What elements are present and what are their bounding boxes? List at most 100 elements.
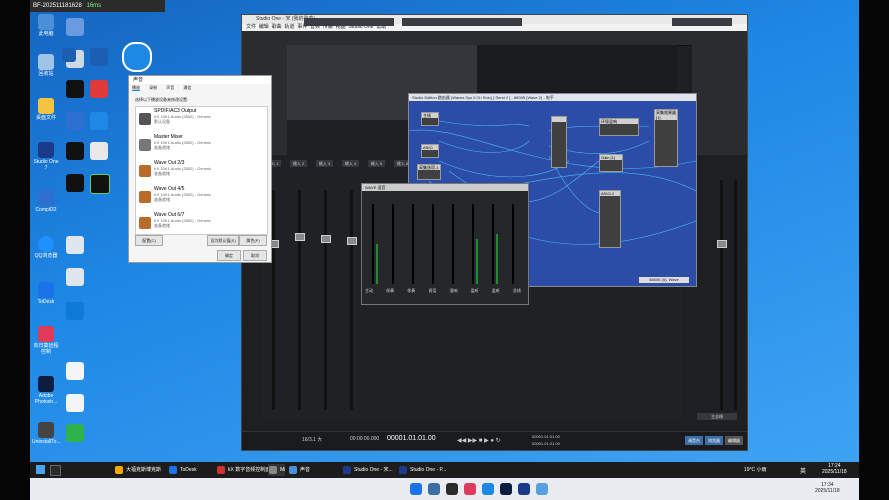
file-icon[interactable] <box>66 236 84 254</box>
desktop-icon-qq-browser[interactable]: QQ浏览器 <box>32 236 60 259</box>
desktop-icon-studio-one[interactable]: Studio One 7 <box>32 142 60 171</box>
editor-view-button[interactable]: 编辑器 <box>725 436 743 445</box>
wechat-icon[interactable] <box>66 424 84 442</box>
routing-node[interactable] <box>551 116 567 168</box>
nvidia-icon[interactable] <box>90 174 110 194</box>
routing-node[interactable]: ASIO-1 <box>599 190 621 248</box>
routing-node[interactable]: Gain [1] <box>599 154 623 172</box>
cancel-button[interactable]: 取消 <box>243 250 267 261</box>
routing-node[interactable]: 采集选项-1 <box>417 164 441 180</box>
tool-buttons[interactable] <box>304 18 394 26</box>
properties-button[interactable]: 属性(P) <box>239 235 267 246</box>
app-shortcut-icon[interactable] <box>90 112 108 130</box>
file-icon[interactable] <box>90 142 108 160</box>
desktop-icon-compil32[interactable]: Compil32 <box>32 190 60 213</box>
app-icon[interactable] <box>500 483 512 495</box>
taskbar-item[interactable]: Studio One - P... <box>398 464 446 476</box>
tab-communications[interactable]: 通信 <box>183 85 191 90</box>
mixer-view-button[interactable]: 调音台 <box>685 436 703 445</box>
menu-item[interactable]: 文件 <box>246 24 256 30</box>
fader-cap[interactable] <box>295 233 305 241</box>
tab-playback[interactable]: 播放 <box>132 85 140 91</box>
app-shortcut-icon[interactable] <box>66 18 84 36</box>
kugou-icon[interactable] <box>90 48 108 66</box>
floating-ball-icon[interactable] <box>122 42 152 72</box>
channel-fader[interactable] <box>350 190 353 410</box>
mixer-fader[interactable] <box>432 204 434 284</box>
file-icon[interactable] <box>66 268 84 286</box>
channel-fader[interactable] <box>324 190 327 410</box>
host-clock[interactable]: 17:34 2025/11/18 <box>815 482 840 494</box>
file-icon[interactable] <box>66 394 84 412</box>
routing-node[interactable]: 主线 <box>421 112 439 126</box>
mixer-fader[interactable] <box>452 204 454 284</box>
menu-item[interactable]: 歌曲 <box>272 24 282 30</box>
menu-item[interactable]: 编辑 <box>259 24 269 30</box>
remote-session-bar[interactable]: BF-202511181628 16ms <box>30 0 165 12</box>
tab-sounds[interactable]: 声音 <box>166 85 174 90</box>
file-icon[interactable] <box>66 362 84 380</box>
transport-buttons[interactable]: ◀◀ ▶▶ ■ ▶ ● ↻ <box>457 437 501 444</box>
mixer-fader[interactable] <box>472 204 474 284</box>
taskbar-item[interactable]: 大福克斯博克斯 <box>114 464 161 476</box>
desktop-icon-uninstall-tool[interactable]: UninstallTo... <box>32 422 61 445</box>
app-icon[interactable] <box>446 483 458 495</box>
tab-recording[interactable]: 录制 <box>149 85 157 90</box>
routing-node[interactable]: 采集效果器 [1] <box>654 109 678 167</box>
browser-view-button[interactable]: 浏览器 <box>705 436 723 445</box>
input-language[interactable]: 英 <box>800 466 806 475</box>
weather-widget[interactable]: 19°C 小雨 <box>744 466 767 473</box>
edge-icon[interactable] <box>66 302 84 320</box>
desktop-icon-recycle-bin[interactable]: 回收站 <box>32 54 60 77</box>
mixer-fader[interactable] <box>372 204 374 284</box>
fader-cap[interactable] <box>321 235 331 243</box>
taskview-icon[interactable] <box>50 465 61 476</box>
mixer-fader[interactable] <box>512 204 514 284</box>
set-default-button[interactable]: 设为默认值(S) <box>207 235 239 246</box>
desktop-icon-todesk[interactable]: ToDesk <box>32 282 60 305</box>
configure-button[interactable]: 配置(C) <box>135 235 163 246</box>
device-item[interactable]: Wave Out 6/7 KX 10K1 Audio (3552) - Gener… <box>136 213 267 237</box>
fader-cap[interactable] <box>717 240 727 248</box>
snap-controls[interactable] <box>402 18 522 26</box>
mixer-fader[interactable] <box>412 204 414 284</box>
app-shortcut-icon[interactable] <box>66 112 84 130</box>
app-icon[interactable] <box>482 483 494 495</box>
app-shortcut-icon[interactable] <box>66 142 84 160</box>
mixer-fader[interactable] <box>492 204 494 284</box>
mixer-fader[interactable] <box>392 204 394 284</box>
ok-button[interactable]: 确定 <box>217 250 241 261</box>
app-shortcut-icon[interactable] <box>66 174 84 192</box>
start-icon[interactable] <box>410 483 422 495</box>
routing-node[interactable]: 环境混响 <box>599 118 639 136</box>
desktop-icon-desktop-files[interactable]: 桌面文件 <box>32 98 60 121</box>
taskbar-item[interactable]: ToDesk <box>168 464 197 476</box>
channel-fader[interactable] <box>298 190 301 410</box>
taskbar-item[interactable]: Studio One - 宋... <box>342 464 393 476</box>
fader-cap[interactable] <box>347 237 357 245</box>
desktop-icon-sunlogin[interactable]: 向日葵远程控制 <box>32 326 60 355</box>
taskbar-item[interactable]: kX 数字音频控制面板 <box>216 464 275 476</box>
taskbar-clock[interactable]: 17:24 2025/11/18 <box>822 463 847 475</box>
routing-node[interactable]: ASIO <box>421 144 439 158</box>
view-controls[interactable] <box>672 18 732 26</box>
desktop-icon-this-pc[interactable]: 此电脑 <box>32 14 60 37</box>
app-icon[interactable] <box>428 483 440 495</box>
app-shortcut-icon[interactable] <box>62 48 76 62</box>
device-item[interactable]: SPDIF/AC3 Output KX 10K1 Audio (3552) - G… <box>136 109 267 133</box>
windows-start-icon[interactable] <box>36 465 45 474</box>
device-item[interactable]: Wave Out 4/5 KX 10K1 Audio (3552) - Gener… <box>136 187 267 211</box>
app-icon[interactable] <box>464 483 476 495</box>
main-fader[interactable] <box>734 180 737 410</box>
app-icon[interactable] <box>536 483 548 495</box>
app-shortcut-icon[interactable] <box>66 80 84 98</box>
device-item[interactable]: Wave Out 2/3 KX 10K1 Audio (3552) - Gener… <box>136 161 267 185</box>
taskbar-item[interactable]: 声音 <box>288 464 310 476</box>
desktop-icon-photoshop[interactable]: Adobe Photosh... <box>32 376 60 405</box>
app-shortcut-icon[interactable] <box>90 80 108 98</box>
main-fader[interactable] <box>720 180 723 410</box>
device-item[interactable]: Master Mixer KX 10K1 Audio (3552) - Gener… <box>136 135 267 159</box>
app-icon[interactable] <box>518 483 530 495</box>
taskbar-item[interactable]: Mi <box>268 464 286 476</box>
channel-fader[interactable] <box>272 190 275 410</box>
